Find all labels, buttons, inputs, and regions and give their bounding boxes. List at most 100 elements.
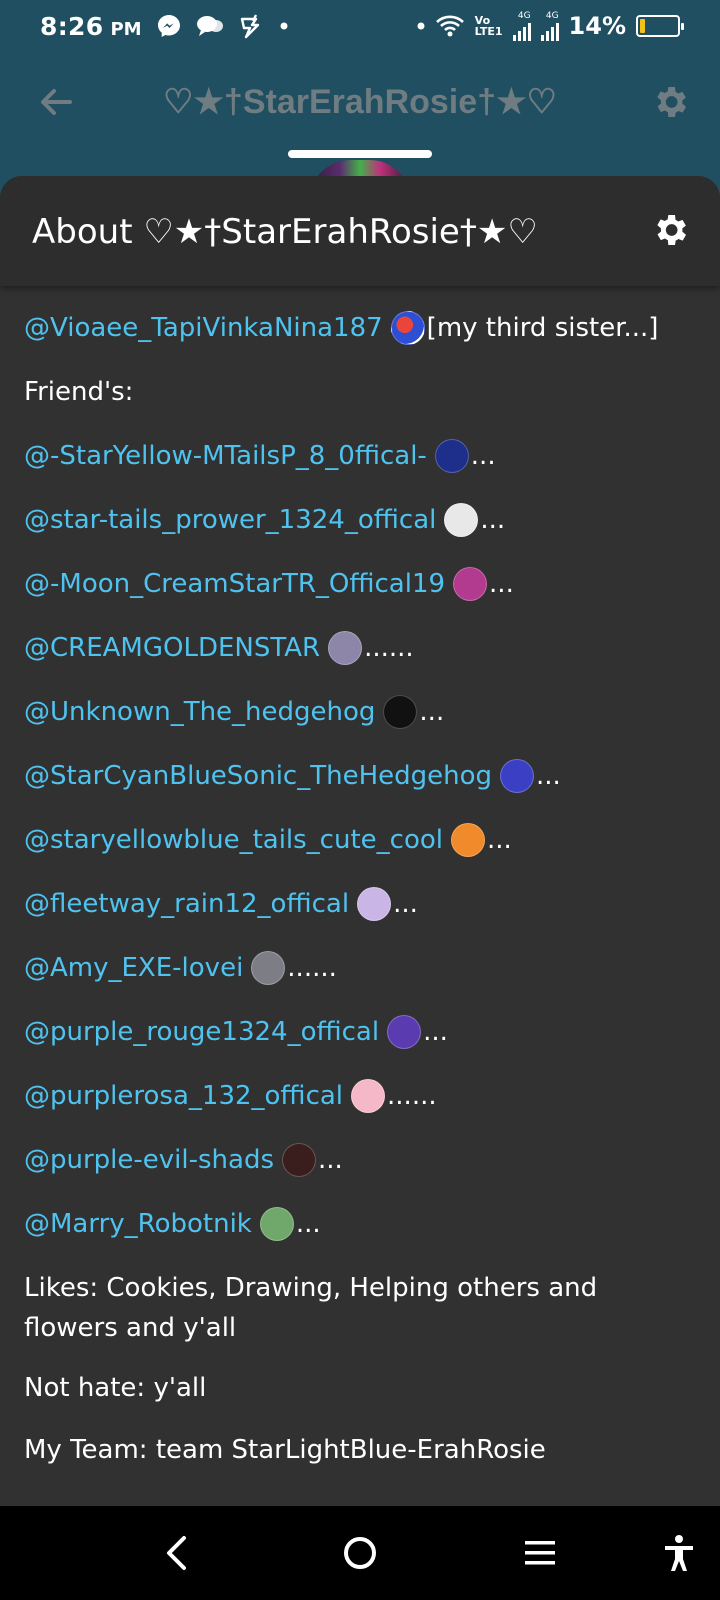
friend-avatar[interactable] bbox=[328, 631, 363, 665]
friend-row: @-Moon_CreamStarTR_Offical19... bbox=[24, 552, 696, 616]
friend-mention-link[interactable]: @fleetway_rain12_offical bbox=[24, 889, 349, 919]
friend-ellipsis: ... bbox=[480, 505, 506, 535]
friend-row: @purplerosa_132_offical...... bbox=[24, 1064, 696, 1128]
friend-mention-link[interactable]: @star-tails_prower_1324_offical bbox=[24, 505, 436, 535]
notification-dot-icon bbox=[280, 22, 288, 30]
not-hate-text: Not hate: y'all bbox=[24, 1373, 207, 1403]
system-nav-bar bbox=[0, 1506, 720, 1600]
friend-ellipsis: ...... bbox=[387, 1081, 437, 1111]
friend-mention-link[interactable]: @purple_rouge1324_offical bbox=[24, 1017, 379, 1047]
friend-mention-link[interactable]: @-StarYellow-MTailsP_8_0ffical- bbox=[24, 441, 427, 471]
status-bar: 8:26 PM Vo LTE1 4G 4G 14% bbox=[0, 0, 720, 52]
friend-row: @star-tails_prower_1324_offical... bbox=[24, 488, 696, 552]
friends-list: @-StarYellow-MTailsP_8_0ffical-... @star-… bbox=[24, 424, 696, 1256]
friend-mention-link[interactable]: @purple-evil-shads bbox=[24, 1145, 274, 1175]
friend-avatar[interactable] bbox=[357, 887, 392, 921]
accessibility-icon bbox=[665, 1535, 693, 1571]
battery-percent: 14% bbox=[568, 12, 626, 40]
friend-ellipsis: ... bbox=[318, 1145, 343, 1175]
friend-mention-link[interactable]: @purplerosa_132_offical bbox=[24, 1081, 343, 1111]
sister-avatar[interactable] bbox=[390, 311, 425, 345]
dot-icon bbox=[417, 22, 425, 30]
profile-settings-button[interactable] bbox=[650, 82, 690, 122]
status-left: 8:26 PM bbox=[40, 12, 288, 41]
friend-ellipsis: ... bbox=[470, 441, 496, 471]
signal-icon-1: 4G bbox=[512, 10, 531, 41]
nav-home-button[interactable] bbox=[335, 1528, 385, 1578]
nav-accessibility-button[interactable] bbox=[654, 1528, 704, 1578]
friend-avatar[interactable] bbox=[453, 567, 488, 601]
status-right: Vo LTE1 4G 4G 14% bbox=[417, 10, 684, 41]
nav-back-button[interactable] bbox=[152, 1528, 202, 1578]
wifi-icon bbox=[435, 14, 465, 38]
back-button[interactable] bbox=[36, 82, 76, 122]
signal-label-2: 4G bbox=[545, 10, 559, 21]
about-sheet-header: About ♡★†StarErahRosie†★♡ bbox=[0, 176, 720, 286]
profile-title: ♡★†StarErahRosie†★♡ bbox=[162, 83, 558, 121]
lightning-icon bbox=[238, 13, 266, 39]
friend-mention-link[interactable]: @Unknown_The_hedgehog bbox=[24, 697, 375, 727]
friend-ellipsis: ... bbox=[423, 1017, 448, 1047]
friend-row: @fleetway_rain12_offical... bbox=[24, 872, 696, 936]
friend-avatar[interactable] bbox=[500, 759, 535, 793]
clock-ampm: PM bbox=[110, 18, 142, 40]
friend-row: @Unknown_The_hedgehog... bbox=[24, 680, 696, 744]
gear-icon bbox=[657, 87, 686, 117]
gear-icon bbox=[657, 215, 686, 245]
about-sheet: About ♡★†StarErahRosie†★♡ @Vioaee_TapiVi… bbox=[0, 176, 720, 1506]
friend-row: @staryellowblue_tails_cute_cool... bbox=[24, 808, 696, 872]
signal-icon-2: 4G bbox=[540, 10, 559, 41]
messenger-icon bbox=[156, 13, 182, 39]
sister-mention-link[interactable]: @Vioaee_TapiVinkaNina187 bbox=[24, 313, 383, 343]
menu-lines-icon bbox=[525, 1541, 555, 1565]
friends-label: Friend's: bbox=[24, 377, 134, 407]
friend-avatar[interactable] bbox=[282, 1143, 316, 1177]
chat-bubbles-icon bbox=[196, 14, 224, 38]
friend-ellipsis: ... bbox=[295, 1209, 321, 1239]
about-title: About ♡★†StarErahRosie†★♡ bbox=[32, 212, 538, 252]
friend-row: @StarCyanBlueSonic_TheHedgehog... bbox=[24, 744, 696, 808]
signal-label-1: 4G bbox=[517, 10, 531, 21]
network-bottom: LTE1 bbox=[474, 25, 503, 38]
nav-recents-button[interactable] bbox=[515, 1528, 565, 1578]
network-type-label: Vo LTE1 bbox=[475, 15, 503, 37]
friend-mention-link[interactable]: @CREAMGOLDENSTAR bbox=[24, 633, 320, 663]
friend-mention-link[interactable]: @-Moon_CreamStarTR_Offical19 bbox=[24, 569, 445, 599]
circle-home-icon bbox=[344, 1537, 376, 1569]
friend-mention-link[interactable]: @StarCyanBlueSonic_TheHedgehog bbox=[24, 761, 492, 791]
friend-avatar[interactable] bbox=[444, 503, 479, 537]
friend-avatar[interactable] bbox=[387, 1015, 422, 1049]
battery-level-fill bbox=[640, 19, 646, 33]
friend-ellipsis: ... bbox=[489, 569, 514, 599]
friend-row: @purple_rouge1324_offical... bbox=[24, 1000, 696, 1064]
friend-ellipsis: ...... bbox=[364, 633, 414, 663]
battery-icon bbox=[636, 15, 684, 37]
friend-avatar[interactable] bbox=[434, 439, 469, 473]
friend-row: @Amy_EXE-lovei...... bbox=[24, 936, 696, 1000]
friend-row: @purple-evil-shads... bbox=[24, 1128, 696, 1192]
clock-time: 8:26 bbox=[40, 11, 104, 41]
friend-ellipsis: ... bbox=[486, 825, 512, 855]
friend-avatar[interactable] bbox=[259, 1207, 294, 1241]
likes-text: Likes: Cookies, Drawing, Helping others … bbox=[24, 1273, 598, 1343]
team-text: My Team: team StarLightBlue-ErahRosie bbox=[24, 1435, 546, 1465]
friend-mention-link[interactable]: @staryellowblue_tails_cute_cool bbox=[24, 825, 443, 855]
friend-avatar[interactable] bbox=[383, 695, 418, 729]
friend-avatar[interactable] bbox=[450, 823, 485, 857]
friend-mention-link[interactable]: @Marry_Robotnik bbox=[24, 1209, 252, 1239]
friend-ellipsis: ... bbox=[419, 697, 445, 727]
arrow-left-icon bbox=[41, 89, 72, 115]
friend-ellipsis: ... bbox=[536, 761, 561, 791]
friend-ellipsis: ...... bbox=[287, 953, 337, 983]
sheet-drag-handle[interactable] bbox=[288, 150, 432, 158]
friend-row: @-StarYellow-MTailsP_8_0ffical-... bbox=[24, 424, 696, 488]
chevron-left-icon bbox=[167, 1536, 186, 1570]
friend-mention-link[interactable]: @Amy_EXE-lovei bbox=[24, 953, 243, 983]
friend-ellipsis: ... bbox=[393, 889, 418, 919]
clock: 8:26 PM bbox=[40, 12, 142, 41]
friend-avatar[interactable] bbox=[251, 951, 286, 985]
about-settings-button[interactable] bbox=[650, 210, 690, 250]
friend-row: @Marry_Robotnik... bbox=[24, 1192, 696, 1256]
friend-avatar[interactable] bbox=[351, 1079, 386, 1113]
about-content: @Vioaee_TapiVinkaNina187 [my third siste… bbox=[0, 286, 720, 1470]
